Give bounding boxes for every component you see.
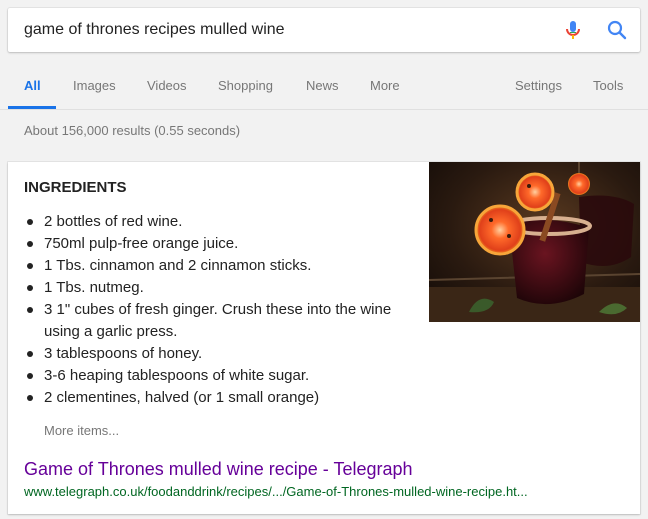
search-tabs: All Images Videos Shopping News More Set… (0, 66, 648, 110)
tab-shopping[interactable]: Shopping (218, 66, 273, 110)
tab-videos[interactable]: Videos (147, 66, 187, 110)
tab-images[interactable]: Images (73, 66, 116, 110)
tab-more[interactable]: More (370, 66, 400, 110)
tab-tools[interactable]: Tools (593, 66, 623, 110)
result-title-link[interactable]: Game of Thrones mulled wine recipe - Tel… (24, 459, 413, 480)
ingredients-list: 2 bottles of red wine. 750ml pulp-free o… (24, 211, 400, 409)
more-items-link[interactable]: More items... (44, 423, 119, 438)
microphone-icon[interactable] (561, 18, 585, 42)
mulled-wine-image[interactable] (429, 162, 640, 322)
result-stats: About 156,000 results (0.55 seconds) (24, 123, 241, 138)
snippet-heading: INGREDIENTS (24, 179, 127, 196)
result-url: www.telegraph.co.uk/foodanddrink/recipes… (24, 484, 528, 499)
list-item: 750ml pulp-free orange juice. (24, 233, 400, 255)
tab-settings[interactable]: Settings (515, 66, 562, 110)
search-icon[interactable] (605, 18, 629, 42)
list-item: 1 Tbs. cinnamon and 2 cinnamon sticks. (24, 255, 400, 277)
list-item: 3-6 heaping tablespoons of white sugar. (24, 365, 400, 387)
list-item: 3 1" cubes of fresh ginger. Crush these … (24, 299, 400, 343)
list-item: 3 tablespoons of honey. (24, 343, 400, 365)
search-input[interactable] (24, 8, 544, 52)
tab-news[interactable]: News (306, 66, 339, 110)
divider (0, 109, 648, 110)
list-item: 2 clementines, halved (or 1 small orange… (24, 387, 400, 409)
featured-snippet: INGREDIENTS 2 bottles of red wine. 750ml… (8, 162, 640, 514)
list-item: 1 Tbs. nutmeg. (24, 277, 400, 299)
tab-all[interactable]: All (24, 66, 41, 110)
search-box[interactable] (8, 8, 640, 52)
list-item: 2 bottles of red wine. (24, 211, 400, 233)
